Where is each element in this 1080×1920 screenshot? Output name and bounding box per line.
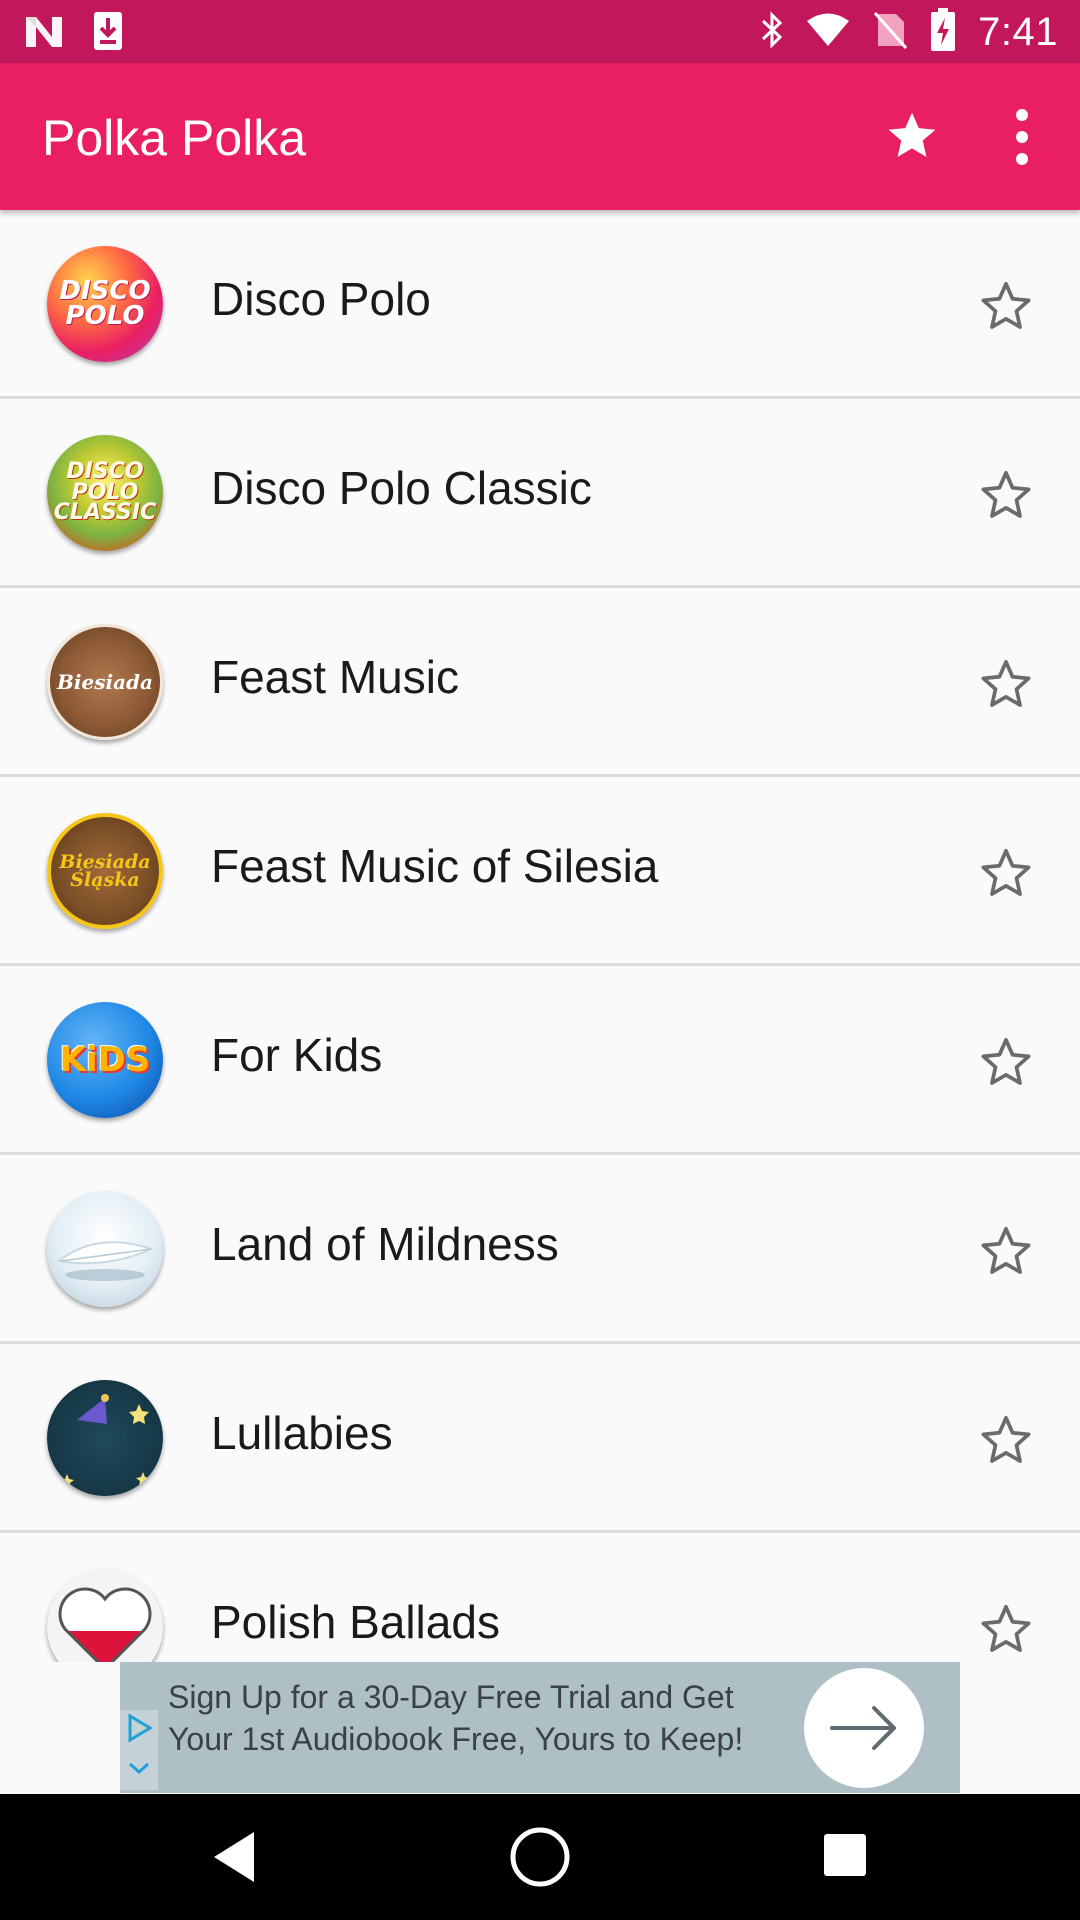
ad-banner[interactable]: Sign Up for a 30-Day Free Trial and Get … <box>120 1662 960 1793</box>
station-name: Disco Polo Classic <box>211 462 592 514</box>
feather-logo <box>47 1191 163 1307</box>
biesiada-logo: Biesiada <box>47 624 163 740</box>
app-bar: Polka Polka <box>0 63 1080 210</box>
favorite-toggle[interactable] <box>978 467 1034 523</box>
star-outline-icon <box>981 1226 1031 1274</box>
logo-text: KiDS <box>59 1039 151 1080</box>
disco-polo-logo: DISCO POLO <box>47 246 163 362</box>
back-icon <box>214 1832 254 1882</box>
favorite-toggle[interactable] <box>978 1223 1034 1279</box>
star-outline-icon <box>981 848 1031 896</box>
station-name: Feast Music <box>211 651 459 703</box>
back-button[interactable] <box>212 1830 258 1884</box>
bluetooth-icon <box>760 10 784 55</box>
biesiada-slaska-logo: Biesiada Śląska <box>47 813 163 929</box>
screen: 7:41 Polka Polka DISCO POLO Disco Polo D… <box>0 0 1080 1920</box>
heart-flag-logo <box>47 1569 163 1662</box>
station-name: Feast Music of Silesia <box>211 840 659 892</box>
heart-icon <box>58 1587 152 1662</box>
favorite-toggle[interactable] <box>978 1601 1034 1657</box>
station-item-feast-music[interactable]: Biesiada Feast Music <box>0 588 1080 777</box>
logo-text: Biesiada <box>57 669 153 694</box>
ad-choices-badge[interactable] <box>120 1710 158 1790</box>
favorite-toggle[interactable] <box>978 1034 1034 1090</box>
favorite-toggle[interactable] <box>978 1412 1034 1468</box>
app-title: Polka Polka <box>42 110 307 166</box>
star-outline-icon <box>981 281 1031 329</box>
home-button[interactable] <box>508 1825 572 1889</box>
favorite-toggle[interactable] <box>978 278 1034 334</box>
star-outline-icon <box>981 659 1031 707</box>
arrow-right-icon <box>830 1706 896 1750</box>
logo-text: DISCO POLO CLASSIC <box>53 458 157 526</box>
station-name: For Kids <box>211 1029 383 1081</box>
star-outline-icon <box>981 1037 1031 1085</box>
logo-text: Biesiada Śląska <box>59 850 151 891</box>
station-item-polish-ballads[interactable]: Polish Ballads <box>0 1533 1080 1662</box>
favorite-toggle[interactable] <box>978 845 1034 901</box>
kids-logo: KiDS <box>47 1002 163 1118</box>
overflow-menu-button[interactable] <box>1004 103 1040 171</box>
star-outline-icon <box>981 470 1031 518</box>
navigation-bar <box>0 1794 1080 1920</box>
wifi-icon <box>806 12 850 53</box>
star-outline-icon <box>981 1415 1031 1463</box>
station-item-disco-polo-classic[interactable]: DISCO POLO CLASSIC Disco Polo Classic <box>0 399 1080 588</box>
ad-choices-icon <box>128 1713 153 1775</box>
no-sim-icon <box>872 10 908 55</box>
station-item-for-kids[interactable]: KiDS For Kids <box>0 966 1080 1155</box>
station-name: Disco Polo <box>211 273 431 325</box>
moon-icon <box>60 1394 150 1488</box>
star-outline-icon <box>981 1604 1031 1652</box>
moon-logo <box>47 1380 163 1496</box>
favorite-toggle[interactable] <box>978 656 1034 712</box>
recents-button[interactable] <box>824 1834 866 1876</box>
favorites-button[interactable] <box>884 108 940 164</box>
download-icon <box>92 10 124 57</box>
station-name: Polish Ballads <box>211 1596 500 1648</box>
star-icon <box>888 112 936 157</box>
ad-cta-button[interactable] <box>804 1668 924 1788</box>
home-icon <box>510 1827 570 1887</box>
station-item-lullabies[interactable]: Lullabies <box>0 1344 1080 1533</box>
clock: 7:41 <box>978 9 1058 54</box>
n-logo-icon <box>24 13 64 54</box>
station-item-disco-polo[interactable]: DISCO POLO Disco Polo <box>0 210 1080 399</box>
feather-icon <box>56 1241 154 1281</box>
battery-charging-icon <box>930 7 956 57</box>
status-bar: 7:41 <box>0 0 1080 63</box>
more-vert-icon <box>1016 109 1028 165</box>
station-name: Lullabies <box>211 1407 393 1459</box>
ad-text: Sign Up for a 30-Day Free Trial and Get … <box>168 1679 744 1757</box>
disco-polo-classic-logo: DISCO POLO CLASSIC <box>47 435 163 551</box>
station-name: Land of Mildness <box>211 1218 559 1270</box>
station-item-feast-music-silesia[interactable]: Biesiada Śląska Feast Music of Silesia <box>0 777 1080 966</box>
logo-text: DISCO POLO <box>59 276 151 331</box>
station-item-land-of-mildness[interactable]: Land of Mildness <box>0 1155 1080 1344</box>
station-list: DISCO POLO Disco Polo DISCO POLO CLASSIC… <box>0 210 1080 1662</box>
